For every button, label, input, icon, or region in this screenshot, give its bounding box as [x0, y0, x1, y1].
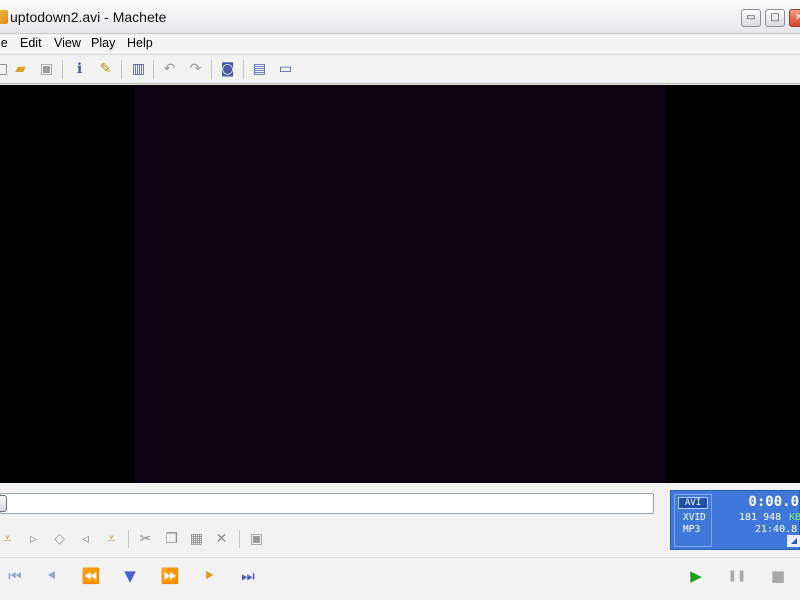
mark-in-icon[interactable]: ⩡ — [0, 530, 17, 548]
undo-icon[interactable]: ↶ — [160, 60, 179, 78]
video-codec: XVID — [683, 512, 706, 523]
file-size-unit: KB — [789, 512, 800, 523]
toolbar-separator — [211, 60, 212, 79]
eraser-icon[interactable]: ◇ — [50, 530, 69, 548]
rewind-icon[interactable]: ⏪ — [78, 567, 104, 585]
menu-view[interactable]: View — [54, 36, 81, 50]
prev-marker-icon[interactable]: ⯇ — [39, 567, 65, 585]
fast-forward-icon[interactable]: ⏩ — [157, 567, 183, 585]
open-folder-icon[interactable]: ▰ — [11, 60, 30, 78]
edit-separator — [239, 530, 240, 548]
close-button[interactable]: ✕ — [789, 9, 800, 27]
new-file-icon[interactable]: □ — [0, 60, 11, 78]
save-selection-icon[interactable]: ▣ — [247, 530, 266, 548]
redo-icon[interactable]: ↷ — [186, 60, 205, 78]
audio-codec: MP3 — [683, 524, 701, 535]
menu-play[interactable]: Play — [91, 36, 115, 50]
stop-icon[interactable]: ■ — [765, 567, 791, 585]
toolbar-separator — [62, 60, 63, 79]
file-info-panel: AVI XVID MP3 0:00.0 181 948 KB 21:40.8 ◢ — [670, 490, 800, 550]
duration: 21:40.8 — [755, 524, 798, 535]
go-start-icon[interactable]: ⏮ — [2, 567, 28, 585]
set-marker-icon[interactable]: ▼ — [117, 567, 143, 585]
video-display[interactable] — [0, 85, 800, 483]
mark-out-icon[interactable]: ⩡ — [102, 530, 121, 548]
seek-bar[interactable] — [0, 493, 654, 514]
maximize-button[interactable]: □ — [765, 9, 785, 27]
select-arrow-icon[interactable]: ▹ — [24, 530, 43, 548]
edit-separator — [128, 530, 129, 548]
window-title: uptodown2.avi - Machete — [10, 9, 167, 25]
main-toolbar: □ ▰ ▣ ℹ ✎ ▥ ↶ ↷ ◙ ▤ ▭ — [0, 55, 800, 84]
delete-icon[interactable]: ✕ — [212, 530, 231, 548]
info-icon[interactable]: ℹ — [70, 60, 89, 78]
title-bar: uptodown2.avi - Machete ▭ □ ✕ — [0, 0, 800, 34]
select-left-icon[interactable]: ◃ — [76, 530, 95, 548]
current-time: 0:00.0 — [748, 494, 799, 510]
minimize-button[interactable]: ▭ — [741, 9, 761, 27]
camera-icon[interactable]: ◙ — [218, 60, 237, 78]
save-icon[interactable]: ▣ — [37, 60, 56, 78]
menu-file[interactable]: le — [0, 36, 8, 50]
controls-divider — [0, 557, 800, 558]
file-size: 181 948 — [739, 512, 782, 523]
menu-bar: le Edit View Play Help — [0, 34, 800, 55]
next-marker-icon[interactable]: ⯈ — [196, 567, 222, 585]
seek-thumb[interactable] — [0, 495, 7, 512]
frame-icon[interactable]: ▤ — [250, 60, 269, 78]
toolbar-separator — [153, 60, 154, 79]
go-end-icon[interactable]: ⏭ — [235, 567, 261, 585]
play-icon[interactable]: ▶ — [683, 567, 709, 585]
volume-icon[interactable]: ◢ — [787, 535, 800, 547]
menu-help[interactable]: Help — [127, 36, 153, 50]
paste-icon[interactable]: ▦ — [187, 530, 206, 548]
video-frame — [135, 85, 667, 483]
tv-icon[interactable]: ▭ — [276, 60, 295, 78]
edit-tags-icon[interactable]: ✎ — [96, 60, 115, 78]
app-icon[interactable] — [0, 10, 8, 24]
toolbar-separator — [243, 60, 244, 79]
cut-icon[interactable]: ✂ — [136, 530, 155, 548]
bottom-panel: ⩡ ▹ ◇ ◃ ⩡ ✂ ❐ ▦ ✕ ▣ ⏮ ⯇ ⏪ ▼ ⏩ ⯈ ⏭ ▶ ❚❚ ■… — [0, 483, 800, 600]
copy-icon[interactable]: ❐ — [162, 530, 181, 548]
container-badge: AVI — [678, 497, 708, 509]
codec-box: AVI XVID MP3 — [674, 494, 712, 547]
toolbar-separator — [121, 60, 122, 79]
pause-icon[interactable]: ❚❚ — [724, 567, 750, 585]
menu-edit[interactable]: Edit — [20, 36, 42, 50]
film-icon[interactable]: ▥ — [129, 60, 148, 78]
